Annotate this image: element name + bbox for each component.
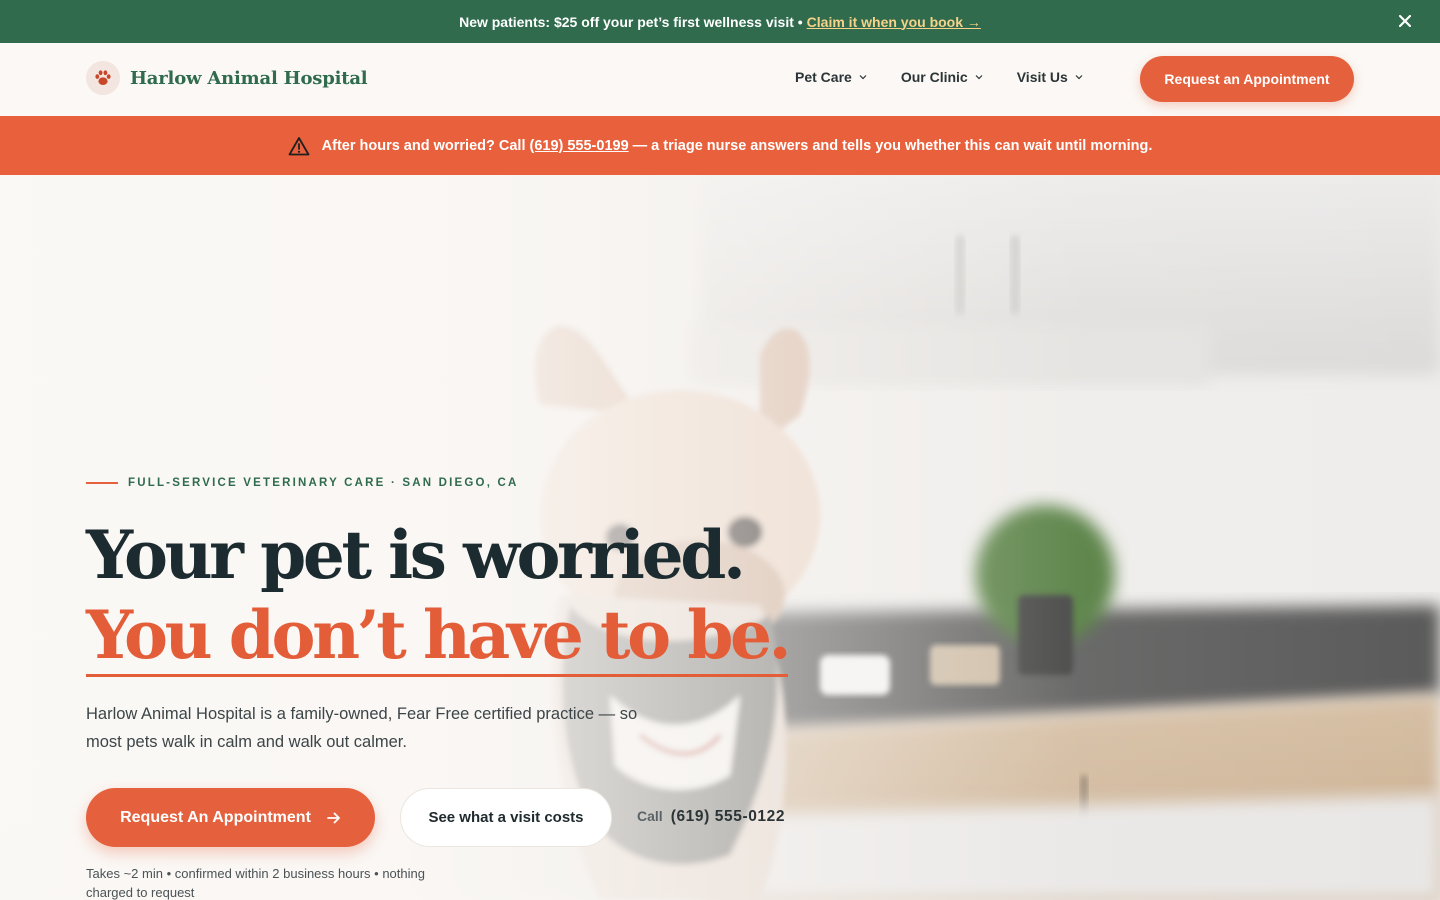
- logo[interactable]: Harlow Animal Hospital: [86, 61, 368, 95]
- eyebrow-text: FULL-SERVICE VETERINARY CARE · SAN DIEGO…: [128, 477, 519, 489]
- hero-fine-print: Takes ~2 min • confirmed within 2 busine…: [86, 866, 425, 900]
- headline-line-1: Your pet is worried.: [86, 516, 746, 594]
- site-header: Harlow Animal Hospital Pet Care Our Clin…: [0, 43, 1440, 116]
- nav-item-visit-us[interactable]: Visit Us: [1017, 69, 1083, 85]
- request-appointment-hero-button[interactable]: Request An Appointment: [86, 788, 375, 847]
- call-number: (619) 555-0122: [670, 808, 786, 825]
- arrow-right-icon: [327, 812, 340, 823]
- hero: FULL-SERVICE VETERINARY CARE · SAN DIEGO…: [0, 175, 1440, 900]
- hero-eyebrow: FULL-SERVICE VETERINARY CARE · SAN DIEGO…: [86, 477, 519, 489]
- warning-icon: [288, 136, 310, 155]
- alert-text-after: — a triage nurse answers and tells you w…: [632, 137, 1153, 154]
- alert-text-before: After hours and worried? Call: [321, 137, 526, 154]
- call-phone-link[interactable]: Call (619) 555-0122: [637, 808, 785, 826]
- main-nav: Pet Care Our Clinic Visit Us: [795, 69, 1083, 85]
- hero-lede: Harlow Animal Hospital is a family-owned…: [86, 705, 638, 751]
- paw-icon: [86, 61, 120, 95]
- promo-text: New patients: $25 off your pet’s first w…: [459, 13, 803, 30]
- visit-cost-button[interactable]: See what a visit costs: [400, 788, 612, 847]
- brand-name: Harlow Animal Hospital: [130, 67, 368, 89]
- chevron-down-icon: [1075, 75, 1083, 80]
- close-icon[interactable]: [1396, 12, 1414, 30]
- nav-item-pet-care[interactable]: Pet Care: [795, 69, 867, 85]
- request-appointment-button[interactable]: Request an Appointment: [1140, 56, 1354, 102]
- call-label: Call: [637, 808, 663, 824]
- promo-claim-link[interactable]: Claim it when you book →: [807, 14, 981, 30]
- headline-line-2: You don’t have to be.: [86, 598, 792, 677]
- nav-item-label: Visit Us: [1016, 69, 1068, 85]
- hero-headline: Your pet is worried. You don’t have to b…: [86, 515, 792, 677]
- nav-item-label: Pet Care: [795, 69, 852, 85]
- triage-phone-link[interactable]: (619) 555-0199: [529, 138, 628, 154]
- nav-item-label: Our Clinic: [900, 69, 968, 85]
- nav-item-our-clinic[interactable]: Our Clinic: [901, 69, 983, 85]
- eyebrow-rule: [86, 482, 118, 484]
- chevron-down-icon: [975, 75, 983, 80]
- after-hours-alert: After hours and worried? Call (619) 555-…: [0, 116, 1440, 175]
- promo-bar: New patients: $25 off your pet’s first w…: [0, 0, 1440, 43]
- chevron-down-icon: [859, 75, 867, 80]
- primary-cta-label: Request An Appointment: [120, 808, 311, 826]
